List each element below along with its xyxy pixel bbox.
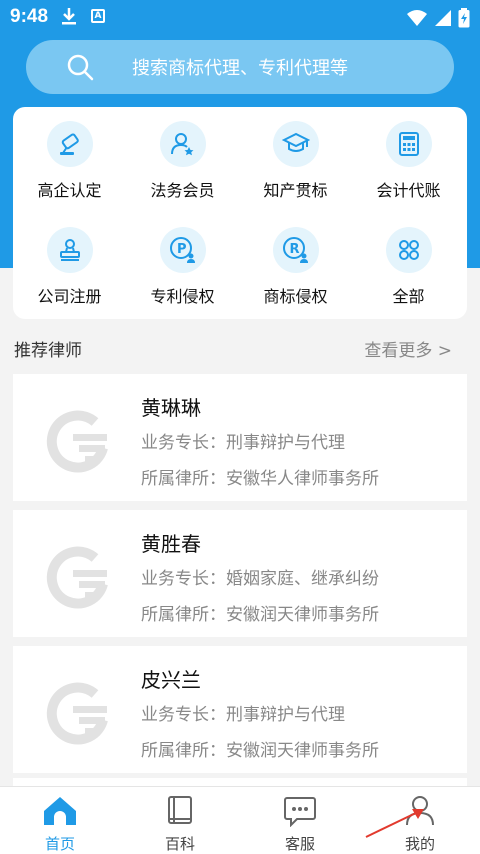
stamp-icon: [46, 227, 93, 273]
service-ip-standard[interactable]: 知产贯标: [239, 121, 352, 201]
pointer-arrow-annotation: [362, 801, 432, 845]
lawyer-card-partial: [13, 778, 467, 786]
wifi-icon: [406, 9, 428, 31]
svg-text:P: P: [177, 242, 187, 257]
calculator-icon: [385, 121, 432, 167]
search-bar[interactable]: 搜索商标代理、专利代理等: [26, 40, 454, 94]
service-all[interactable]: 全部: [352, 227, 465, 307]
bottom-navigation: 首页 百科 客服 我的: [0, 786, 480, 854]
service-label: 法务会员: [150, 181, 215, 200]
certificate-icon: [46, 121, 93, 167]
lawyer-specialty: 业务专长：刑事辩护与代理: [141, 705, 345, 725]
trademark-icon: R: [272, 227, 319, 273]
notification-a-icon: A: [91, 9, 105, 23]
service-legal-membership[interactable]: 法务会员: [126, 121, 239, 201]
lawyer-firm: 所属律所：安徽润天律师事务所: [141, 741, 379, 761]
recommended-lawyers-title: 推荐律师: [14, 341, 82, 361]
lawyer-firm: 所属律所：安徽润天律师事务所: [141, 605, 379, 625]
service-label: 高企认定: [37, 181, 102, 200]
lawyer-name: 黄琳琳: [141, 396, 201, 420]
lawyer-name: 皮兴兰: [141, 668, 201, 692]
status-time: 9:48: [10, 6, 49, 27]
lawyer-specialty: 业务专长：婚姻家庭、继承纠纷: [141, 569, 379, 589]
service-patent-infringement[interactable]: P 专利侵权: [126, 227, 239, 307]
status-bar: 9:48 A: [0, 0, 480, 34]
member-star-icon: [159, 121, 206, 167]
lawyer-name: 黄胜春: [141, 532, 201, 556]
grid-all-icon: [385, 227, 432, 273]
service-trademark-infringement[interactable]: R 商标侵权: [239, 227, 352, 307]
signal-icon: [434, 9, 452, 31]
tab-label: 百科: [164, 835, 195, 853]
services-card: 高企认定 法务会员 知产贯标 会计代账 公司注册 P 专利侵权 R 商标侵权 全…: [13, 107, 467, 319]
lawyer-specialty: 业务专长：刑事辩护与代理: [141, 433, 345, 453]
service-label: 全部: [392, 287, 425, 306]
service-company-registration[interactable]: 公司注册: [13, 227, 126, 307]
tab-label: 客服: [284, 835, 315, 853]
service-high-tech-certification[interactable]: 高企认定: [13, 121, 126, 201]
chat-bubble-icon: [240, 793, 360, 829]
service-label: 专利侵权: [150, 287, 215, 306]
search-icon: [66, 53, 94, 85]
lawyer-avatar-placeholder-icon: [43, 404, 113, 478]
tab-encyclopedia[interactable]: 百科: [120, 793, 240, 854]
lawyer-card[interactable]: 黄琳琳 业务专长：刑事辩护与代理 所属律所：安徽华人律师事务所: [13, 374, 467, 501]
service-label: 会计代账: [376, 181, 441, 200]
service-label: 公司注册: [37, 287, 102, 306]
search-placeholder: 搜索商标代理、专利代理等: [132, 58, 348, 79]
lawyer-avatar-placeholder-icon: [43, 676, 113, 750]
book-icon: [120, 793, 240, 829]
service-accounting[interactable]: 会计代账: [352, 121, 465, 201]
battery-icon: [458, 8, 470, 32]
graduation-cap-icon: [272, 121, 319, 167]
lawyer-firm: 所属律所：安徽华人律师事务所: [141, 469, 379, 489]
lawyer-card[interactable]: 黄胜春 业务专长：婚姻家庭、继承纠纷 所属律所：安徽润天律师事务所: [13, 510, 467, 637]
lawyer-card[interactable]: 皮兴兰 业务专长：刑事辩护与代理 所属律所：安徽润天律师事务所: [13, 646, 467, 773]
home-icon: [0, 793, 120, 829]
svg-text:R: R: [289, 242, 299, 257]
patent-icon: P: [159, 227, 206, 273]
lawyer-avatar-placeholder-icon: [43, 540, 113, 614]
download-icon: [60, 6, 78, 30]
service-label: 商标侵权: [263, 287, 328, 306]
tab-customer-service[interactable]: 客服: [240, 793, 360, 854]
tab-label: 首页: [44, 835, 75, 853]
service-label: 知产贯标: [263, 181, 328, 200]
tab-home[interactable]: 首页: [0, 793, 120, 854]
view-more-link[interactable]: 查看更多 >: [364, 336, 452, 361]
